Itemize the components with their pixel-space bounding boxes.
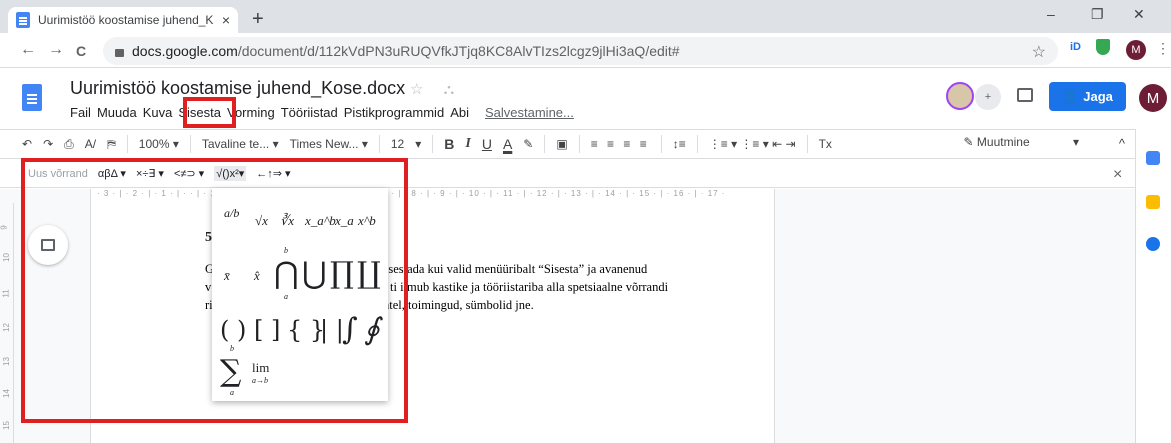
- minimize-button[interactable]: –: [1047, 6, 1055, 22]
- reload-button[interactable]: C: [76, 43, 86, 59]
- equation-tools-highlight: [21, 158, 408, 423]
- share-button[interactable]: 👤 Jaga: [1049, 82, 1126, 111]
- tab-close-icon[interactable]: ×: [222, 12, 230, 28]
- redo-icon[interactable]: ↷: [43, 137, 53, 151]
- restore-button[interactable]: ❐: [1091, 6, 1104, 23]
- spellcheck-icon[interactable]: A/: [85, 137, 96, 151]
- underline-button[interactable]: U: [482, 136, 492, 152]
- menu-file[interactable]: Fail: [70, 105, 91, 120]
- side-panel: [1135, 129, 1171, 443]
- divider: [432, 135, 434, 153]
- url-path: /document/d/112kVdPN3uRUQVfkJTjq8KC8AlvT…: [237, 43, 680, 59]
- back-button[interactable]: ←: [20, 41, 36, 59]
- browser-tab-bar: Uurimistöö koostamise juhend_K × + – ❐ ✕: [0, 0, 1171, 33]
- share-person-icon: 👤: [1062, 88, 1079, 104]
- insert-menu-highlight: [183, 97, 236, 128]
- menu-addons[interactable]: Pistikprogrammid: [344, 105, 444, 120]
- menu-tools[interactable]: Tööriistad: [281, 105, 338, 120]
- font-select[interactable]: Times New... ▾: [290, 137, 368, 151]
- chevron-down-icon: ▾: [1072, 135, 1079, 149]
- divider: [189, 135, 191, 153]
- bold-button[interactable]: B: [444, 136, 454, 152]
- collaborator-avatar[interactable]: [946, 82, 974, 110]
- document-title[interactable]: Uurimistöö koostamise juhend_Kose.docx: [70, 78, 405, 99]
- divider: [126, 135, 128, 153]
- font-size-input[interactable]: 12: [391, 137, 404, 151]
- print-icon[interactable]: ⎙: [64, 137, 74, 152]
- collapse-toolbar-icon[interactable]: ^: [1119, 136, 1125, 151]
- align-icons[interactable]: ≡ ≡ ≡ ≡: [591, 137, 650, 151]
- divider: [378, 135, 380, 153]
- ruler-mark: 15: [1, 421, 11, 430]
- comments-icon[interactable]: [1017, 88, 1033, 102]
- star-and-move-icons[interactable]: ☆ ⛬: [410, 80, 462, 98]
- browser-menu-icon[interactable]: ⋮: [1156, 40, 1170, 57]
- text-color-button[interactable]: A: [503, 136, 512, 152]
- omnibox[interactable]: docs.google.com /document/d/112kVdPN3uRU…: [103, 37, 1058, 65]
- menu-help[interactable]: Abi: [450, 105, 469, 120]
- undo-icon[interactable]: ↶: [22, 137, 32, 151]
- share-label: Jaga: [1083, 89, 1113, 104]
- ruler-mark: 11: [1, 289, 11, 298]
- vertical-ruler[interactable]: 9 10 11 12 13 14 15: [0, 203, 14, 443]
- ruler-mark: 14: [1, 389, 11, 398]
- browser-tab[interactable]: Uurimistöö koostamise juhend_K ×: [8, 7, 238, 33]
- line-spacing-icon[interactable]: ↕≡: [673, 137, 686, 151]
- extension-id-icon[interactable]: iD: [1070, 41, 1081, 53]
- divider: [660, 135, 662, 153]
- bookmark-star-icon[interactable]: ☆: [1032, 42, 1046, 62]
- lock-icon: [115, 49, 124, 57]
- divider: [578, 135, 580, 153]
- paragraph-line: sisestada kui valid menüüribalt “Sisesta…: [380, 262, 648, 276]
- docs-logo-icon[interactable]: [22, 84, 42, 111]
- ruler-mark: 9: [0, 225, 9, 230]
- divider: [696, 135, 698, 153]
- editing-mode-label: ✎ Muutmine: [963, 135, 1030, 149]
- url-host: docs.google.com: [132, 43, 238, 59]
- divider: [544, 135, 546, 153]
- profile-avatar[interactable]: M: [1126, 40, 1146, 60]
- menu-view[interactable]: Kuva: [143, 105, 173, 120]
- insert-image-icon[interactable]: ▣: [556, 137, 567, 151]
- style-select[interactable]: Tavaline te... ▾: [202, 137, 279, 151]
- collaborator-add[interactable]: +: [975, 84, 1001, 110]
- ruler-mark: 13: [1, 357, 11, 366]
- account-avatar[interactable]: M: [1139, 84, 1167, 112]
- keep-icon[interactable]: [1146, 195, 1160, 209]
- calendar-icon[interactable]: [1146, 151, 1160, 165]
- editing-mode-button[interactable]: ✎ Muutmine ▾: [964, 135, 1079, 149]
- tasks-icon[interactable]: [1146, 237, 1160, 251]
- list-icons[interactable]: ⋮≡ ▾ ⋮≡ ▾ ⇤ ⇥: [709, 137, 796, 151]
- save-status: Salvestamine...: [484, 105, 574, 120]
- forward-button[interactable]: →: [48, 41, 64, 59]
- menu-edit[interactable]: Muuda: [97, 105, 137, 120]
- formatting-toolbar: ↶ ↷ ⎙ A/ ⛿ 100% ▾ Tavaline te... ▾ Times…: [0, 129, 1135, 159]
- address-bar-row: ← → C docs.google.com /document/d/112kVd…: [0, 33, 1171, 68]
- tab-title: Uurimistöö koostamise juhend_K: [38, 13, 214, 27]
- font-size-arrow-icon[interactable]: ▾: [415, 137, 421, 151]
- paragraph-line: ti ilmub kastike ja tööriistariba alla s…: [390, 280, 669, 294]
- new-tab-button[interactable]: +: [252, 8, 264, 31]
- window-close-button[interactable]: ✕: [1133, 6, 1145, 23]
- equation-toolbar-close-icon[interactable]: ×: [1113, 166, 1122, 184]
- highlight-icon[interactable]: ✎: [523, 137, 533, 151]
- docs-menu-bar: Fail Muuda Kuva Sisesta Vorming Tööriist…: [70, 105, 574, 120]
- docs-favicon-icon: [16, 12, 30, 28]
- paint-format-icon[interactable]: ⛿: [107, 137, 116, 152]
- clear-format-icon[interactable]: Tx: [819, 137, 832, 151]
- zoom-select[interactable]: 100% ▾: [139, 137, 179, 151]
- shield-extension-icon[interactable]: [1096, 39, 1110, 55]
- divider: [806, 135, 808, 153]
- ruler-mark: 12: [1, 323, 11, 332]
- italic-button[interactable]: I: [465, 136, 470, 152]
- ruler-mark: 10: [1, 253, 11, 262]
